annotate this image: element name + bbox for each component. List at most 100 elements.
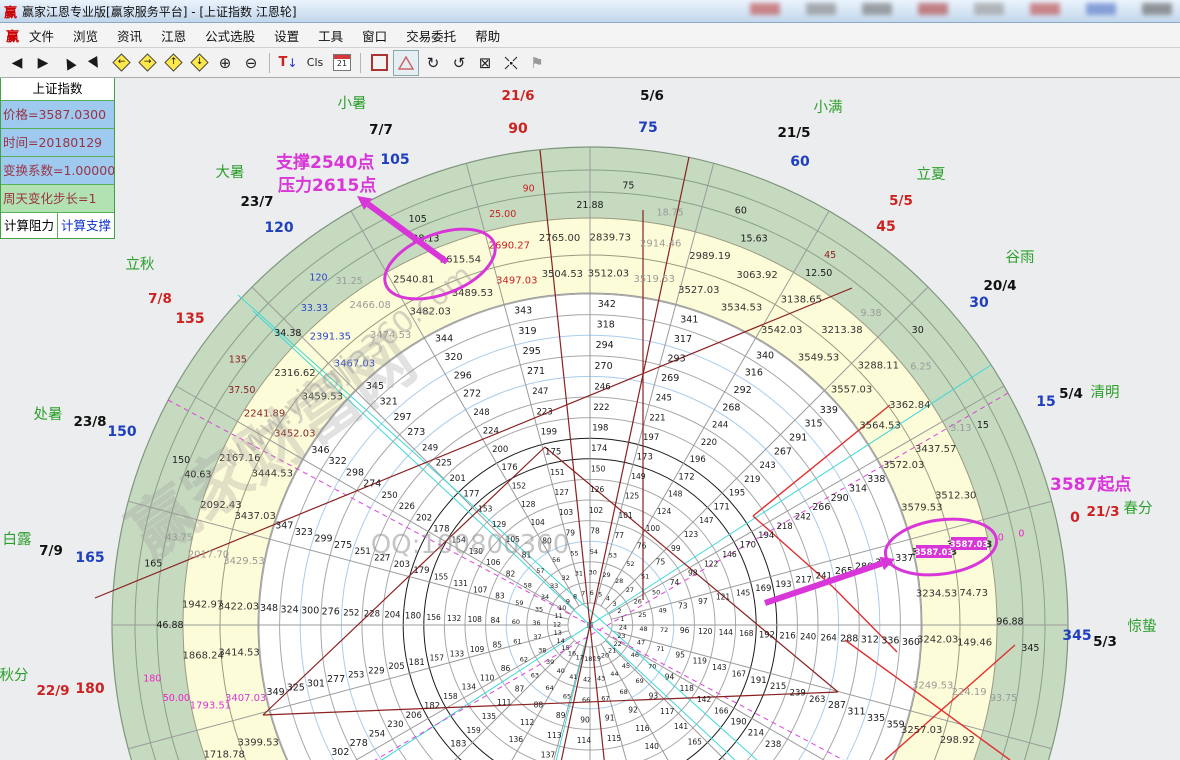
svg-text:254: 254 xyxy=(369,730,385,740)
svg-text:131: 131 xyxy=(453,579,468,588)
svg-text:95: 95 xyxy=(675,650,685,659)
svg-text:322: 322 xyxy=(329,456,347,467)
svg-text:29: 29 xyxy=(602,571,610,579)
svg-text:0: 0 xyxy=(1070,510,1080,526)
menu-item-5[interactable]: 设置 xyxy=(274,29,299,44)
svg-text:60: 60 xyxy=(512,618,520,626)
svg-text:120: 120 xyxy=(264,220,293,236)
svg-text:196: 196 xyxy=(690,455,706,465)
svg-text:296: 296 xyxy=(454,370,472,381)
svg-text:23: 23 xyxy=(617,632,625,640)
svg-text:43: 43 xyxy=(597,674,605,682)
svg-text:339: 339 xyxy=(820,405,838,416)
svg-text:252: 252 xyxy=(343,608,359,618)
draw-square-button[interactable] xyxy=(367,51,391,75)
calendar-icon: 21 xyxy=(333,54,351,71)
menu-item-6[interactable]: 工具 xyxy=(318,29,343,44)
app-logo-icon: 赢 xyxy=(4,2,17,21)
step-up-button[interactable]: ↑ xyxy=(161,51,185,75)
svg-text:116: 116 xyxy=(635,724,650,733)
svg-text:146: 146 xyxy=(722,550,737,559)
svg-text:132: 132 xyxy=(447,614,462,623)
svg-text:177: 177 xyxy=(463,489,479,499)
menu-item-1[interactable]: 浏览 xyxy=(73,29,98,44)
svg-text:82: 82 xyxy=(506,569,516,578)
svg-text:64: 64 xyxy=(545,684,553,692)
rotate-left-button[interactable]: ← xyxy=(109,51,133,75)
svg-text:111: 111 xyxy=(497,698,512,707)
rotate-right-button[interactable]: → xyxy=(135,51,159,75)
svg-text:168: 168 xyxy=(739,629,754,638)
zoom-out-button[interactable]: ⊖ xyxy=(239,51,263,75)
nav-down-button[interactable]: ▼ xyxy=(79,46,112,79)
calc-support-button[interactable]: 计算支撑 xyxy=(58,213,114,238)
svg-text:76: 76 xyxy=(637,541,647,550)
svg-text:47: 47 xyxy=(637,639,645,647)
svg-text:250: 250 xyxy=(381,491,397,501)
cls-button[interactable]: Cls xyxy=(302,51,328,75)
menu-item-0[interactable]: 文件 xyxy=(29,29,54,44)
svg-text:148: 148 xyxy=(668,490,683,499)
svg-text:34: 34 xyxy=(541,593,549,601)
svg-text:287: 287 xyxy=(828,700,846,711)
svg-text:335: 335 xyxy=(867,713,885,724)
svg-text:3: 3 xyxy=(612,600,616,608)
delete-box-button[interactable]: ⊠ xyxy=(473,51,497,75)
svg-text:194: 194 xyxy=(758,531,774,541)
rotate-cw-button[interactable]: ↻ xyxy=(421,51,445,75)
nav-back-button[interactable]: ◀ xyxy=(5,51,29,75)
menu-item-2[interactable]: 资讯 xyxy=(117,29,142,44)
nav-forward-button[interactable]: ▶ xyxy=(31,51,55,75)
calendar-button[interactable]: 21 xyxy=(330,51,354,75)
presentation-button[interactable]: ⚑ xyxy=(525,51,549,75)
svg-text:323: 323 xyxy=(295,527,313,538)
svg-text:51: 51 xyxy=(641,572,649,580)
svg-text:88: 88 xyxy=(534,701,544,710)
menu-item-8[interactable]: 交易委托 xyxy=(406,29,456,44)
svg-text:114: 114 xyxy=(577,736,592,745)
svg-text:2391.35: 2391.35 xyxy=(310,332,351,343)
svg-text:3519.53: 3519.53 xyxy=(633,274,674,285)
svg-text:278: 278 xyxy=(350,738,368,749)
rotate-ccw-button[interactable]: ↺ xyxy=(447,51,471,75)
svg-text:226: 226 xyxy=(399,502,415,512)
svg-text:75: 75 xyxy=(638,120,657,136)
svg-text:195: 195 xyxy=(729,489,745,499)
svg-text:3587.03: 3587.03 xyxy=(950,540,989,550)
menu-item-9[interactable]: 帮助 xyxy=(475,29,500,44)
svg-text:3557.03: 3557.03 xyxy=(831,384,872,395)
gann-wheel-chart[interactable]: 1234567891011121314151617181920212223242… xyxy=(0,0,1180,760)
menu-item-4[interactable]: 公式选股 xyxy=(205,29,255,44)
price-axis-button[interactable]: T↓ xyxy=(276,51,300,75)
calc-resistance-button[interactable]: 计算阻力 xyxy=(1,213,58,238)
menu-item-3[interactable]: 江恩 xyxy=(161,29,186,44)
svg-text:118: 118 xyxy=(680,684,695,693)
menu-item-7[interactable]: 窗口 xyxy=(362,29,387,44)
svg-text:263: 263 xyxy=(809,695,825,705)
svg-text:96.88: 96.88 xyxy=(996,616,1023,627)
svg-text:104: 104 xyxy=(530,518,545,527)
svg-text:349: 349 xyxy=(267,687,285,698)
toolbar: ◀ ▶ ▲ ▼ ← → ↑ ↓ ⊕ ⊖ T↓ Cls 21 ↻ ↺ ⊠ ⚑ xyxy=(0,48,1180,78)
svg-text:110: 110 xyxy=(480,673,495,682)
svg-text:96: 96 xyxy=(680,626,690,635)
svg-text:大暑: 大暑 xyxy=(216,164,245,181)
svg-text:30: 30 xyxy=(969,295,989,311)
svg-text:157: 157 xyxy=(430,654,445,663)
step-down-button[interactable]: ↓ xyxy=(187,51,211,75)
draw-triangle-button[interactable] xyxy=(393,50,419,76)
svg-text:347: 347 xyxy=(275,521,293,532)
svg-text:6.25: 6.25 xyxy=(910,361,931,372)
svg-text:21/6: 21/6 xyxy=(501,88,534,104)
svg-text:2989.19: 2989.19 xyxy=(689,251,730,262)
svg-text:243: 243 xyxy=(759,461,775,471)
svg-text:3579.53: 3579.53 xyxy=(901,503,942,514)
center-cross-button[interactable] xyxy=(499,51,523,75)
svg-text:31.25: 31.25 xyxy=(335,276,362,287)
svg-text:46.88: 46.88 xyxy=(156,620,183,631)
svg-text:224.19: 224.19 xyxy=(952,687,987,698)
svg-text:153: 153 xyxy=(478,505,493,514)
svg-text:3542.03: 3542.03 xyxy=(761,325,802,336)
zoom-in-button[interactable]: ⊕ xyxy=(213,51,237,75)
svg-text:135: 135 xyxy=(175,311,204,327)
